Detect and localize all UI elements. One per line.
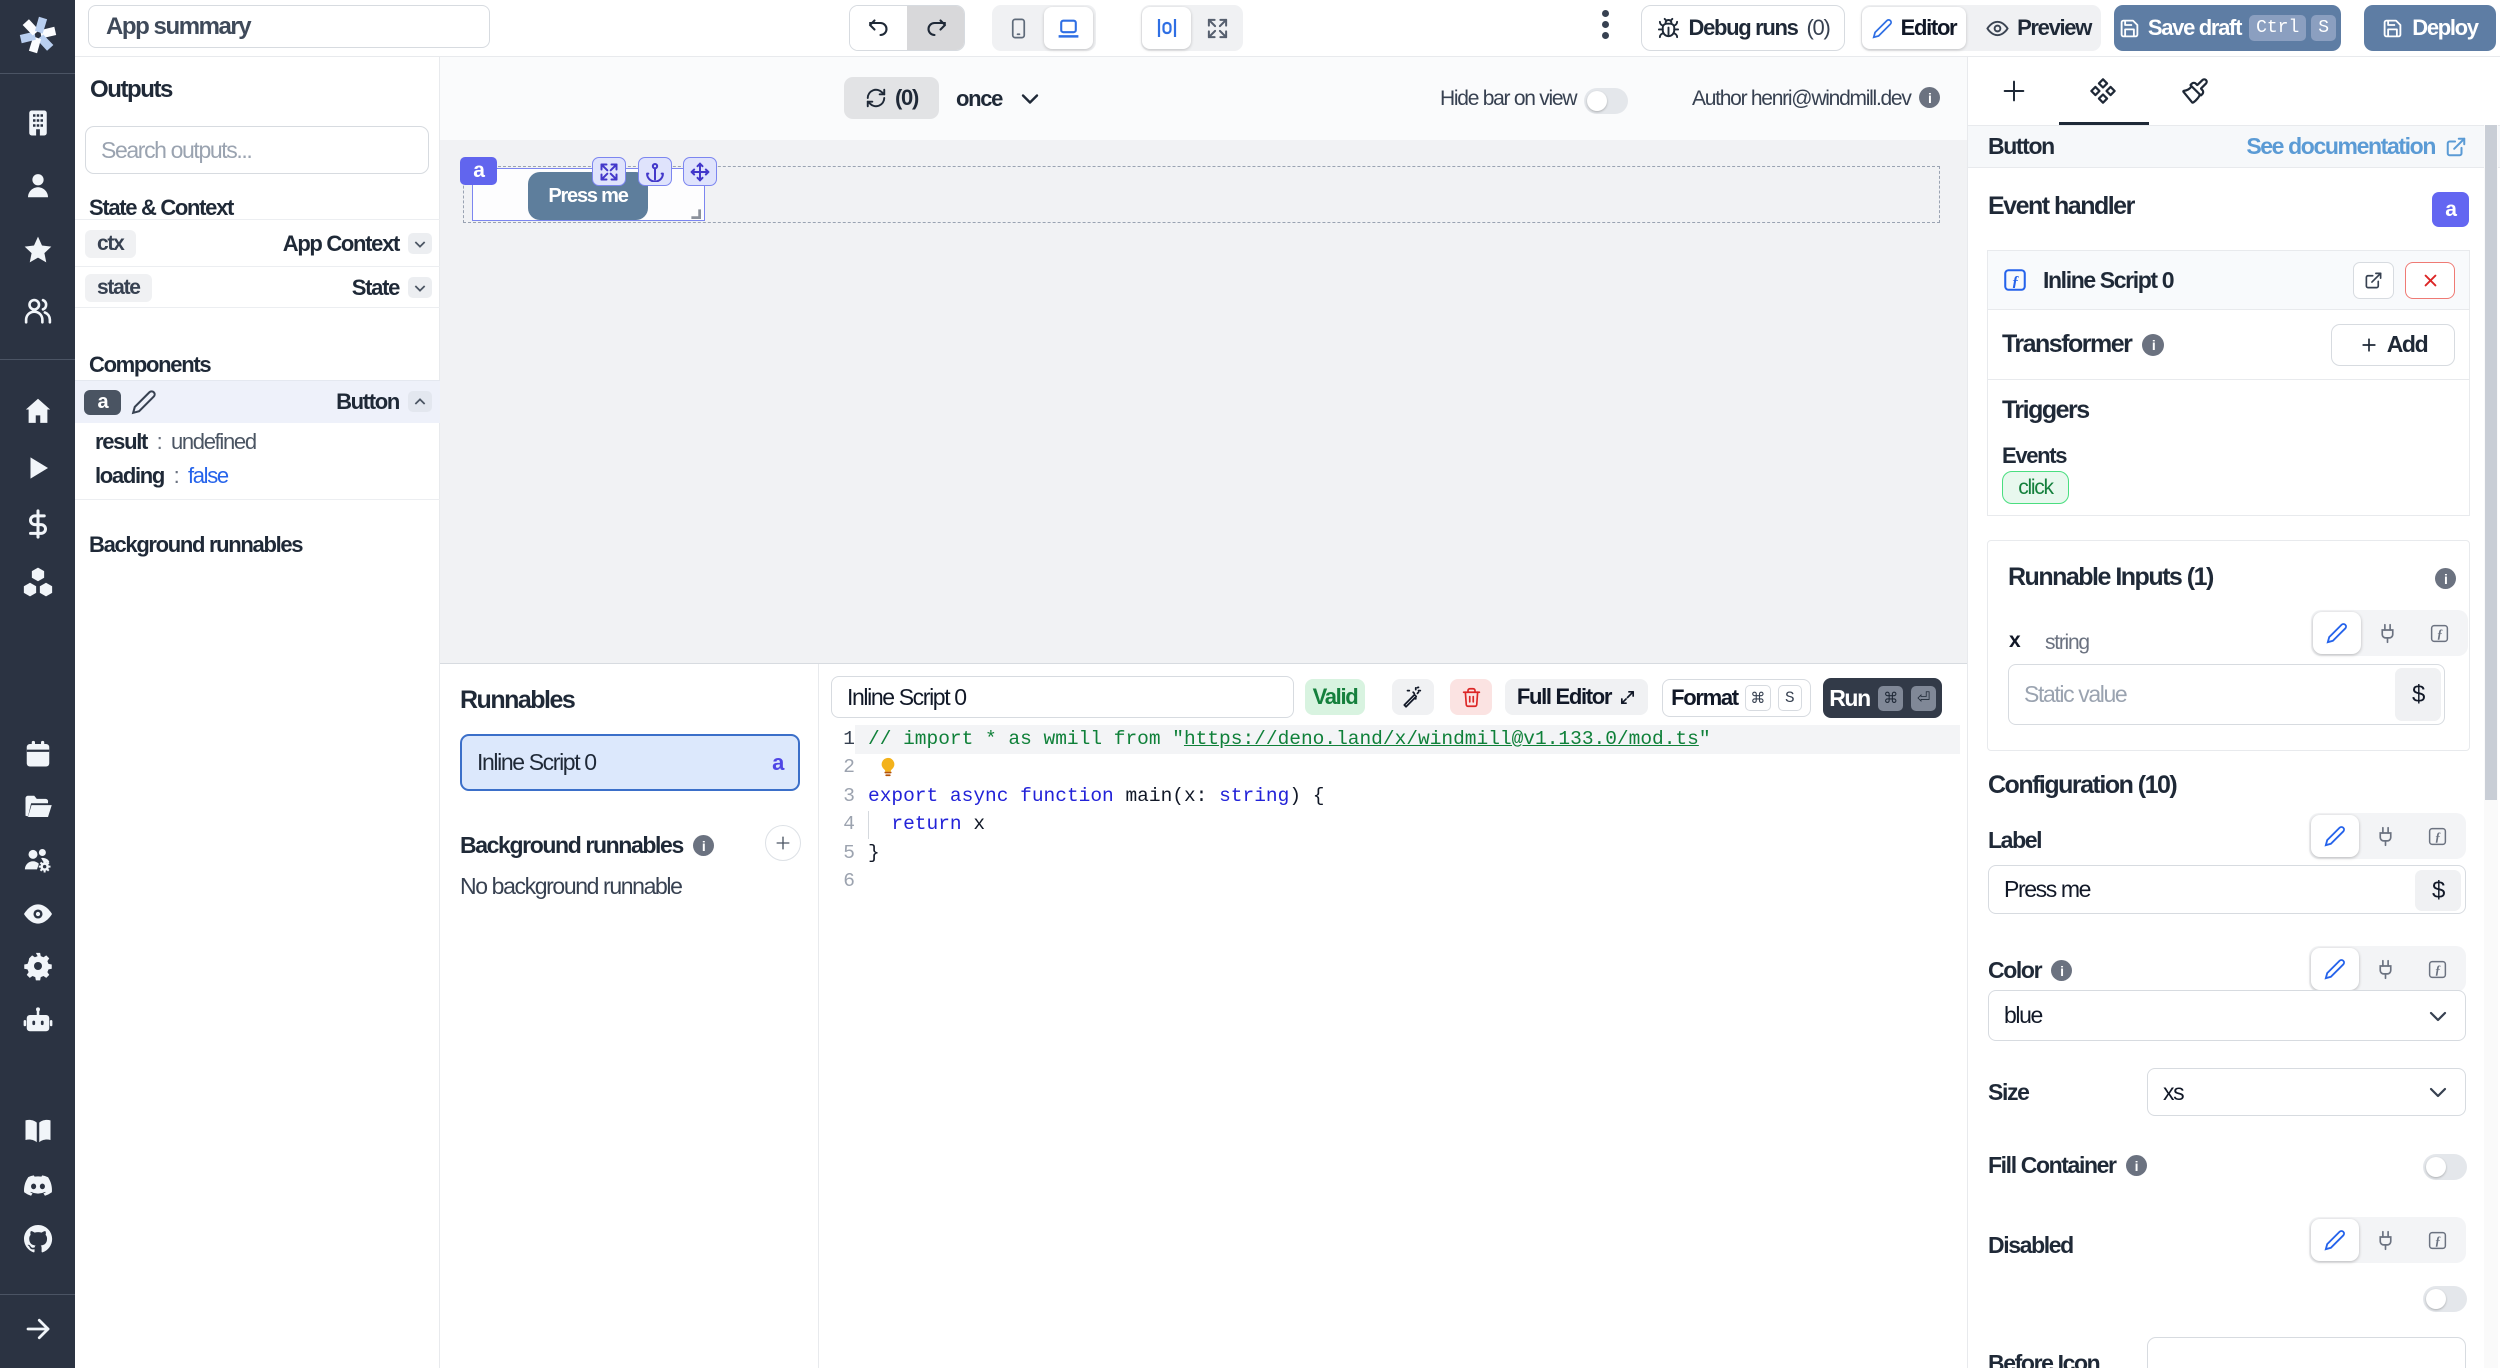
svg-text:ƒ: ƒ: [2436, 626, 2442, 640]
svg-text:ƒ: ƒ: [2012, 272, 2020, 289]
svg-text:ƒ: ƒ: [2434, 962, 2440, 976]
svg-text:ƒ: ƒ: [2434, 1233, 2440, 1247]
svg-text:ƒ: ƒ: [2434, 829, 2440, 843]
